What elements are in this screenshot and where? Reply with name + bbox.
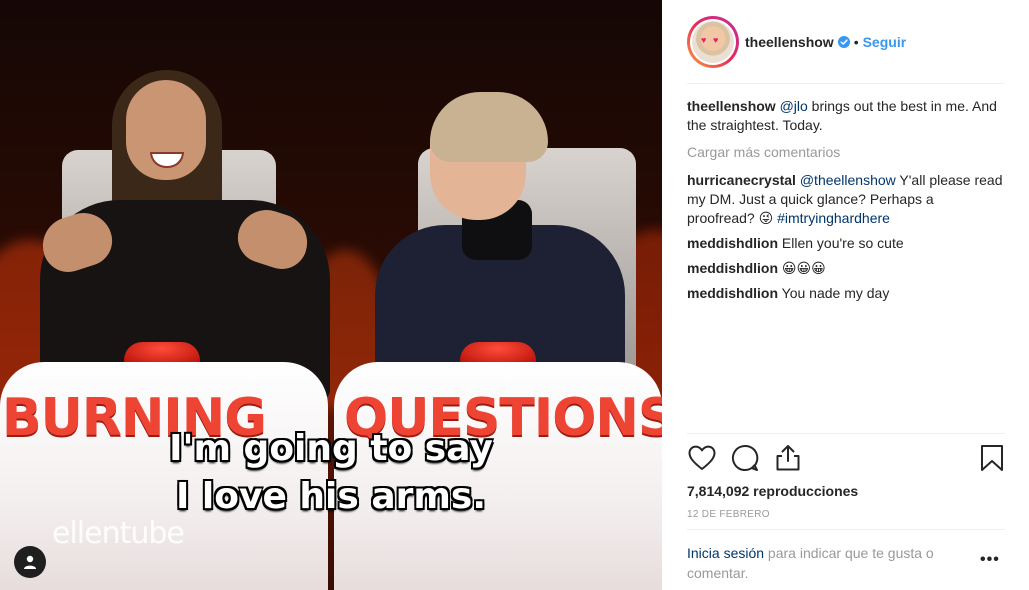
comment-hashtag[interactable]: #imtryinghardhere [777, 210, 890, 226]
separator-dot: • [853, 34, 859, 50]
user-tag-icon[interactable] [14, 546, 46, 578]
post-actions [687, 443, 1005, 475]
view-count[interactable]: 7,814,092 reproducciones [687, 483, 858, 499]
host-hair [430, 92, 548, 162]
video-subtitle-line-1: I'm going to say [169, 428, 493, 469]
comment-username[interactable]: meddishdlion [687, 235, 778, 251]
heart-eye-icon: ♥ [713, 35, 719, 45]
comment-text: 😀😀😀 [781, 260, 826, 276]
comment-mention[interactable]: @theellenshow [800, 172, 896, 188]
comment-item: hurricanecrystal @theellenshow Y'all ple… [687, 171, 1005, 228]
post-date[interactable]: 12 de febrero [687, 509, 770, 520]
comment-username[interactable]: meddishdlion [687, 260, 778, 276]
ellentube-watermark: ellentube [52, 516, 185, 551]
heart-eye-icon: ♥ [701, 35, 707, 45]
verified-badge-icon [837, 36, 850, 48]
caption-username[interactable]: theellenshow [687, 98, 776, 114]
login-link[interactable]: Inicia sesión [687, 545, 764, 561]
comment-username[interactable]: meddishdlion [687, 285, 778, 301]
buzzer-left [124, 342, 200, 364]
comments-list: theellenshow @jlo brings out the best in… [687, 97, 1005, 309]
video-subtitle-line-2: I love his arms. [175, 476, 486, 517]
comment-text: You nade my day [781, 285, 890, 301]
buzzer-right [460, 342, 536, 364]
heart-icon[interactable] [687, 443, 717, 473]
divider [687, 529, 1005, 530]
caption-mention[interactable]: @jlo [780, 98, 808, 114]
divider [687, 433, 1005, 434]
comment-item: meddishdlion You nade my day [687, 284, 1005, 303]
comment-item: meddishdlion Ellen you're so cute [687, 234, 1005, 253]
bookmark-icon[interactable] [977, 443, 1007, 473]
avatar[interactable]: ♥ ♥ [687, 16, 739, 68]
load-more-comments-button[interactable]: Cargar más comentarios [687, 143, 1005, 162]
post-sidebar: ♥ ♥ theellenshow • Seguir theellenshow @… [662, 0, 1029, 590]
video-player[interactable]: BURNING QUESTIONS I'm going to say I lov… [0, 0, 662, 590]
post-header: ♥ ♥ theellenshow • Seguir [687, 14, 1005, 70]
comment-username[interactable]: hurricanecrystal [687, 172, 796, 188]
divider [687, 83, 1005, 84]
comment-text: Ellen you're so cute [781, 235, 904, 251]
login-prompt: Inicia sesión para indicar que te gusta … [687, 543, 977, 583]
post-username[interactable]: theellenshow [745, 34, 834, 50]
comment-item: meddishdlion 😀😀😀 [687, 259, 1005, 278]
share-icon[interactable] [773, 443, 803, 473]
more-options-icon[interactable]: ••• [980, 551, 1000, 569]
follow-button[interactable]: Seguir [863, 34, 907, 50]
avatar-image: ♥ ♥ [692, 21, 734, 63]
post-caption: theellenshow @jlo brings out the best in… [687, 97, 1005, 135]
comment-bubble-icon[interactable] [730, 443, 760, 473]
